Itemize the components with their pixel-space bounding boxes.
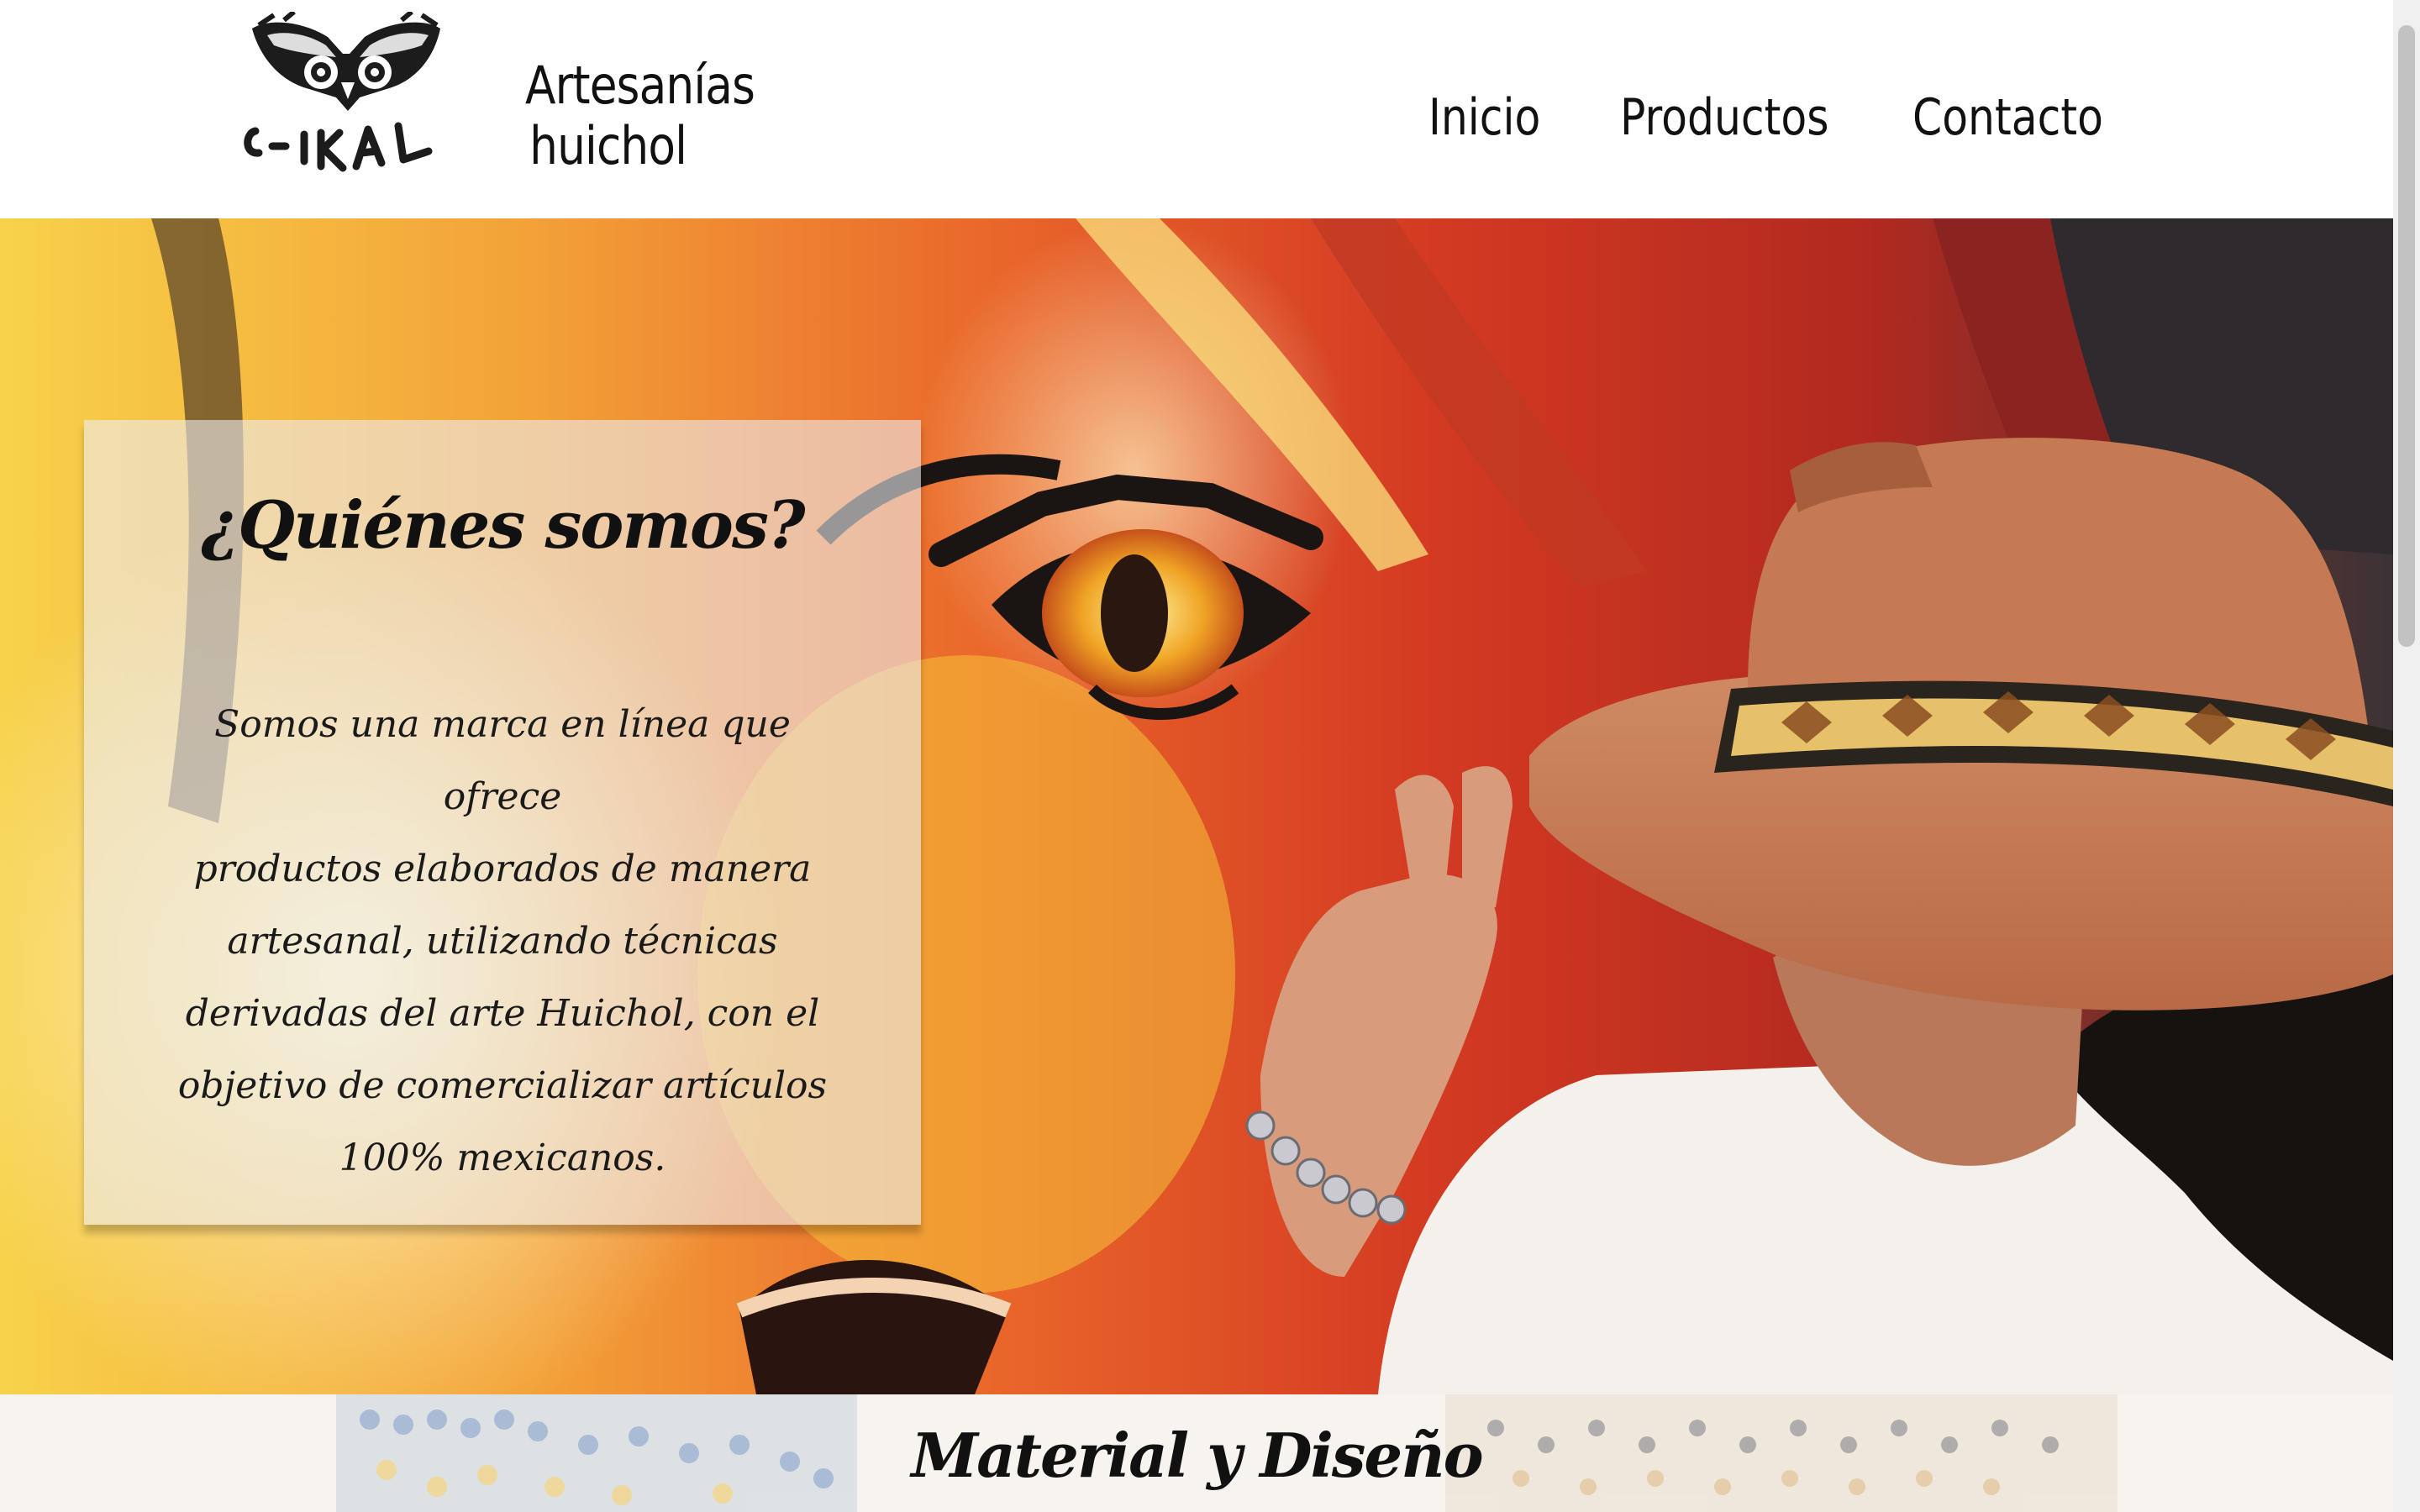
about-text: Somos una marca en línea que ofrece prod… — [176, 689, 829, 1194]
material-title: Material y Diseño — [911, 1420, 1483, 1491]
about-text-line: 100% mexicanos. — [339, 1137, 666, 1179]
brand-name: Artesanías huichol — [525, 55, 800, 176]
about-card: ¿Quiénes somos? Somos una marca en línea… — [84, 420, 921, 1225]
brand-line-2: huichol — [529, 115, 687, 176]
nav-contacto-link[interactable]: Contacto — [1912, 84, 2103, 151]
nav-inicio-link[interactable]: Inicio — [1428, 84, 1540, 151]
logo[interactable] — [234, 9, 462, 198]
owl-logo-icon — [244, 9, 440, 172]
about-title: ¿Quiénes somos? — [201, 487, 805, 564]
about-text-line: derivadas del arte Huichol, con el — [185, 992, 820, 1035]
hero-section: ¿Quiénes somos? Somos una marca en línea… — [0, 218, 2393, 1394]
material-section: Material y Diseño — [0, 1394, 2393, 1512]
brand-line-1: Artesanías — [525, 55, 755, 116]
about-text-line: productos elaborados de manera — [193, 848, 812, 890]
about-text-line: objetivo de comercializar artículos — [177, 1064, 828, 1107]
about-text-line: Somos una marca en línea que ofrece — [214, 703, 791, 818]
vertical-scrollbar[interactable] — [2393, 0, 2420, 1512]
about-text-line: artesanal, utilizando técnicas — [227, 920, 778, 963]
scrollbar-thumb[interactable] — [2398, 25, 2415, 647]
site-header: Artesanías huichol Inicio Productos Cont… — [0, 0, 2393, 218]
nav-productos-link[interactable]: Productos — [1620, 84, 1828, 151]
